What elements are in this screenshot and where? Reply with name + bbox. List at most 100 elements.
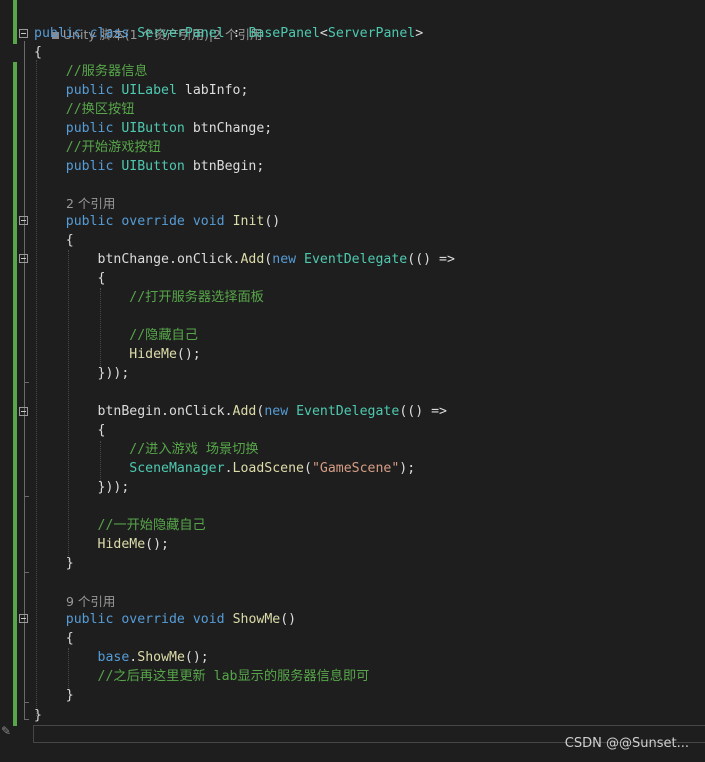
fold-end: [24, 382, 29, 383]
method-name: Add: [232, 404, 257, 419]
identifier: btnChange.: [97, 252, 177, 267]
comment: //之后再这里更新 lab显示的服务器信息即可: [97, 669, 370, 684]
keyword: class: [89, 26, 130, 41]
scene-load: SceneManager.LoadScene("GameScene");: [34, 459, 415, 478]
method-name: HideMe: [129, 347, 177, 362]
keyword: public: [65, 83, 114, 98]
type-arg: ServerPanel: [327, 26, 416, 41]
identifier: btnBegin.: [97, 404, 169, 419]
base-showme-call: base.ShowMe();: [34, 648, 209, 667]
keyword: public: [34, 26, 82, 41]
pencil-icon[interactable]: ✎: [1, 724, 11, 738]
method-name: ShowMe: [137, 650, 185, 665]
punctuation: );: [399, 461, 416, 476]
identifier: labInfo;: [184, 83, 249, 98]
fold-end: [24, 719, 29, 720]
brace-line: }: [34, 706, 42, 725]
keyword: public: [65, 214, 114, 229]
brace-line: {: [34, 421, 106, 440]
brace-line: {: [34, 43, 42, 62]
hideme-call: HideMe();: [34, 535, 169, 554]
init-codelens[interactable]: 2 个引用: [66, 194, 115, 213]
comment: //服务器信息: [65, 64, 148, 79]
change-bar: [13, 0, 17, 44]
comment-line: //之后再这里更新 lab显示的服务器信息即可: [34, 667, 370, 686]
method-name: ShowMe: [232, 612, 281, 627]
class-name: ServerPanel: [137, 26, 225, 41]
showme-codelens[interactable]: 9 个引用: [66, 592, 115, 611]
keyword: void: [192, 214, 225, 229]
comment-line: //一开始隐藏自己: [34, 516, 206, 535]
collapse-icon[interactable]: [19, 254, 28, 263]
brace: {: [97, 271, 106, 286]
method-name: Add: [240, 252, 265, 267]
type-name: EventDelegate: [296, 404, 400, 419]
keyword: override: [121, 612, 185, 627]
type-name: UILabel: [121, 83, 177, 98]
init-signature: public override void Init(): [34, 212, 280, 231]
punctuation: (): [280, 612, 297, 627]
brace-line: }: [34, 554, 74, 573]
method-name: HideMe: [97, 537, 146, 552]
fold-end: [24, 572, 29, 573]
type-name: SceneManager: [129, 461, 225, 476]
punctuation: ();: [145, 537, 169, 552]
collapse-icon[interactable]: [19, 216, 28, 225]
punctuation: (): [264, 214, 281, 229]
comment: //换区按钮: [65, 102, 135, 117]
field-btnbegin: public UIButton btnBegin;: [34, 157, 265, 176]
method-name: LoadScene: [232, 461, 304, 476]
identifier: btnChange;: [192, 121, 273, 136]
brace: }: [34, 708, 42, 723]
keyword: void: [192, 612, 225, 627]
punctuation: (: [303, 461, 312, 476]
comment: //隐藏自己: [129, 328, 198, 343]
keyword: public: [65, 159, 114, 174]
hideme-call: HideMe();: [34, 345, 201, 364]
code-editor[interactable]: Unity 脚本(1 个资产引用)|2 个引用 public class Ser…: [0, 0, 705, 762]
base-class: BasePanel: [248, 26, 320, 41]
identifier: onClick.: [176, 252, 241, 267]
punctuation: ();: [176, 347, 201, 362]
brace: {: [65, 631, 74, 646]
keyword: public: [65, 612, 114, 627]
string-literal: "GameScene": [311, 461, 400, 476]
punctuation: }));: [97, 480, 130, 495]
comment-line: //进入游戏 场景切换: [34, 440, 258, 459]
collapse-icon[interactable]: [19, 29, 28, 38]
punctuation: (() =>: [407, 252, 455, 267]
comment-line: //服务器信息: [34, 62, 148, 81]
keyword: base: [97, 650, 130, 665]
brace: {: [65, 233, 74, 248]
comment-line: //隐藏自己: [34, 326, 198, 345]
punctuation: ();: [184, 650, 209, 665]
brace: }: [65, 556, 74, 571]
fold-end: [24, 702, 29, 703]
keyword: override: [121, 214, 185, 229]
punctuation: :: [232, 26, 241, 41]
brace: {: [34, 45, 42, 60]
field-labinfo: public UILabel labInfo;: [34, 81, 249, 100]
btnbegin-onclick: btnBegin.onClick.Add(new EventDelegate((…: [34, 402, 447, 421]
comment-line: //打开服务器选择面板: [34, 288, 264, 307]
brace-line: {: [34, 269, 106, 288]
brace-line: }: [34, 686, 74, 705]
brace: {: [97, 423, 106, 438]
field-btnchange: public UIButton btnChange;: [34, 119, 272, 138]
punctuation: >: [415, 26, 424, 41]
fold-end: [24, 496, 29, 497]
collapse-icon[interactable]: [19, 614, 28, 623]
collapse-icon[interactable]: [19, 407, 28, 416]
punctuation: }));: [97, 366, 130, 381]
identifier: onClick.: [169, 404, 233, 419]
watermark: CSDN @@Sunset...: [564, 736, 689, 751]
class-codelens[interactable]: Unity 脚本(1 个资产引用)|2 个引用: [36, 6, 263, 42]
close-lambda: }));: [34, 364, 130, 383]
class-declaration: public class ServerPanel : BasePanel<Ser…: [34, 24, 423, 43]
brace: }: [65, 688, 74, 703]
punctuation: (() =>: [399, 404, 447, 419]
type-name: UIButton: [121, 121, 185, 136]
comment: //一开始隐藏自己: [97, 518, 206, 533]
btnchange-onclick: btnChange.onClick.Add(new EventDelegate(…: [34, 250, 455, 269]
identifier: btnBegin;: [192, 159, 265, 174]
